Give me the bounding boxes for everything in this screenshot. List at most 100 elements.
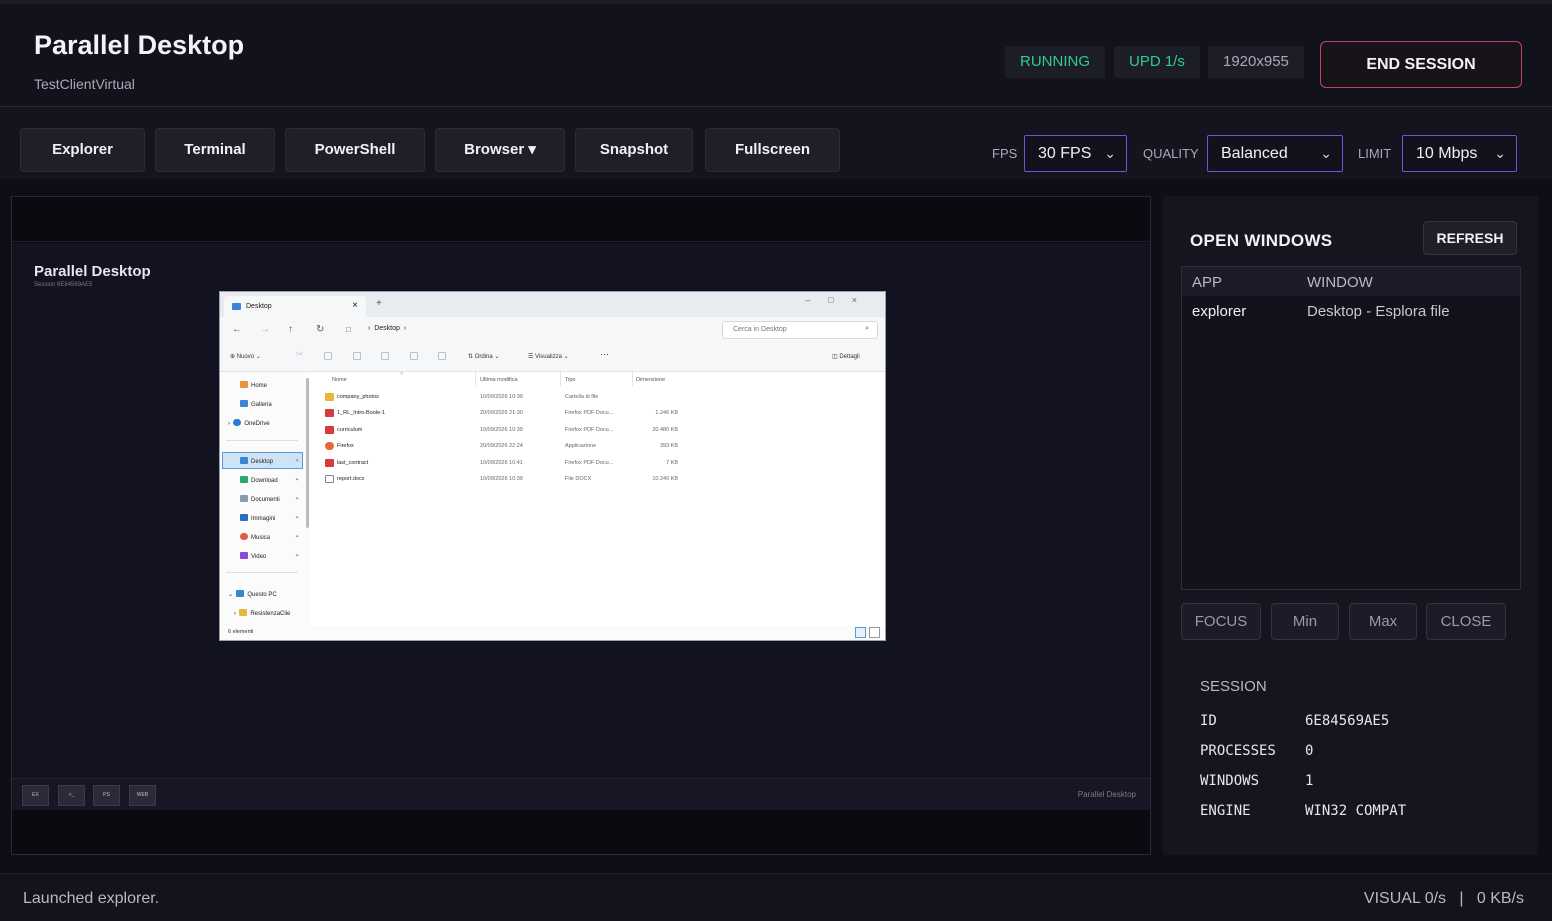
table-row[interactable]: curriculum 10/09/2026 10:39 Firefox PDF … <box>318 423 878 439</box>
share-icon[interactable] <box>410 352 418 360</box>
window-controls-icon[interactable]: –□× <box>805 295 875 305</box>
nav-onedrive-label: OneDrive <box>244 421 270 427</box>
taskbar-powershell-icon[interactable]: PS <box>93 785 120 806</box>
file-type: Cartella di file <box>565 394 599 400</box>
file-modified: 20/09/2026 22:24 <box>480 443 523 449</box>
focus-button[interactable]: FOCUS <box>1181 603 1261 640</box>
paste-icon[interactable] <box>353 352 361 360</box>
pdf-icon <box>325 409 334 417</box>
browser-dropdown-button[interactable]: Browser ▾ <box>435 128 565 172</box>
folder-icon <box>232 303 241 310</box>
table-row[interactable]: report.docx 10/09/2026 10:39 File DOCX 1… <box>318 472 878 488</box>
chevron-down-icon: ⌄ <box>1320 145 1332 161</box>
images-icon <box>240 514 248 521</box>
nav-item-this-pc[interactable]: ⌄ Questo PC <box>228 590 277 598</box>
refresh-button[interactable]: REFRESH <box>1423 221 1517 255</box>
explorer-search-input[interactable]: Cerca in Desktop ⌕ <box>722 321 878 339</box>
table-row[interactable]: Firefox 20/09/2026 22:24 Applicazione 39… <box>318 439 878 455</box>
taskbar-label: Parallel Desktop <box>1077 790 1136 799</box>
file-name: curriculum <box>337 427 363 433</box>
explorer-tab-label: Desktop <box>246 303 272 310</box>
maximize-button[interactable]: Max <box>1349 603 1417 640</box>
details-view-icon[interactable] <box>855 627 866 638</box>
firefox-icon <box>325 442 334 450</box>
session-id-value: 6E84569AE5 <box>1305 713 1390 729</box>
file-modified: 10/09/2026 10:39 <box>480 427 523 433</box>
new-tab-icon[interactable]: + <box>376 298 382 309</box>
end-session-button[interactable]: END SESSION <box>1320 41 1522 88</box>
fps-select[interactable]: 30 FPS ⌄ <box>1024 135 1127 172</box>
nav-resistenza-label: ResistenzaClie <box>250 611 291 617</box>
app-subtitle: TestClientVirtual <box>34 76 135 92</box>
desktop-icon <box>240 457 248 464</box>
minimize-button[interactable]: Min <box>1271 603 1339 640</box>
snapshot-button[interactable]: Snapshot <box>575 128 693 172</box>
file-size: 7 KB <box>666 460 678 466</box>
limit-select[interactable]: 10 Mbps ⌄ <box>1402 135 1517 172</box>
limit-label: LIMIT <box>1358 146 1392 161</box>
table-row[interactable]: company_photos 10/09/2026 10:39 Cartella… <box>318 390 878 406</box>
refresh-icon[interactable]: ↻ <box>316 324 324 335</box>
nav-item-video[interactable]: Video <box>240 552 266 560</box>
view-label: Visualizza <box>535 354 562 360</box>
sort-button[interactable]: ⇅ Ordina ⌄ <box>468 353 499 360</box>
nav-item-documents[interactable]: Documenti <box>240 495 280 503</box>
terminal-button[interactable]: Terminal <box>155 128 275 172</box>
file-type: Firefox PDF Docu... <box>565 460 614 466</box>
forward-arrow-icon[interactable]: → <box>260 324 270 335</box>
file-modified: 10/09/2026 10:39 <box>480 476 523 482</box>
nav-download-label: Download <box>251 478 278 484</box>
table-row[interactable]: explorer Desktop - Esplora file <box>1182 300 1520 326</box>
nav-item-home[interactable]: Home <box>240 381 267 389</box>
view-button[interactable]: ☰ Visualizza ⌄ <box>528 353 569 360</box>
rename-icon[interactable] <box>381 352 389 360</box>
remote-viewer[interactable]: Parallel Desktop Session 6E84569AE5 Desk… <box>11 196 1151 855</box>
nav-item-resistenza[interactable]: › ResistenzaClie <box>234 609 290 617</box>
chevron-down-icon: ⌄ <box>1494 145 1506 161</box>
taskbar-browser-icon[interactable]: WEB <box>129 785 156 806</box>
column-header-modified[interactable]: Ultima modifica <box>480 377 518 383</box>
more-button[interactable]: ··· <box>600 349 609 359</box>
breadcrumb-desktop[interactable]: Desktop <box>374 325 400 332</box>
table-row[interactable]: last_contract 10/09/2026 10:41 Firefox P… <box>318 456 878 472</box>
nav-scrollbar[interactable] <box>306 378 309 528</box>
status-bar: Launched explorer. VISUAL 0/s | 0 KB/s <box>0 873 1552 921</box>
nav-item-music[interactable]: Musica <box>240 533 270 541</box>
taskbar-explorer-icon[interactable]: EX <box>22 785 49 806</box>
quality-value: Balanced <box>1221 145 1288 162</box>
column-header-name[interactable]: Nome <box>332 377 347 383</box>
nav-item-onedrive[interactable]: › OneDrive <box>228 419 270 427</box>
explorer-button[interactable]: Explorer <box>20 128 145 172</box>
up-arrow-icon[interactable]: ↑ <box>288 324 293 335</box>
column-divider <box>475 372 476 386</box>
explorer-tab-desktop[interactable]: Desktop × <box>224 296 366 317</box>
close-icon[interactable]: × <box>352 300 358 311</box>
table-row[interactable]: 1_RL_Intro-Boole-1 20/09/2026 21:30 Fire… <box>318 406 878 422</box>
nav-thispc-label: Questo PC <box>247 592 277 598</box>
cut-icon[interactable]: ✂ <box>296 349 304 359</box>
copy-icon[interactable] <box>324 352 332 360</box>
close-window-button[interactable]: CLOSE <box>1426 603 1506 640</box>
new-button[interactable]: ⊕ Nuovo ⌄ <box>230 353 261 360</box>
quality-select[interactable]: Balanced ⌄ <box>1207 135 1343 172</box>
remote-screen[interactable]: Parallel Desktop Session 6E84569AE5 Desk… <box>12 243 1150 778</box>
nav-item-desktop[interactable]: Desktop <box>240 457 273 465</box>
nav-item-gallery[interactable]: Galleria <box>240 400 272 408</box>
taskbar-terminal-icon[interactable]: >_ <box>58 785 85 806</box>
file-name: Firefox <box>337 443 354 449</box>
delete-icon[interactable] <box>438 352 446 360</box>
details-button[interactable]: ◫ Dettagli <box>832 353 860 360</box>
breadcrumb[interactable]: › Desktop › <box>368 325 406 332</box>
nav-item-download[interactable]: Download <box>240 476 278 484</box>
file-modified: 20/09/2026 21:30 <box>480 410 523 416</box>
nav-home-label: Home <box>251 383 268 389</box>
back-arrow-icon[interactable]: ← <box>232 324 242 335</box>
column-header-type[interactable]: Tipo <box>565 377 576 383</box>
explorer-window[interactable]: Desktop × + –□× ← → ↑ ↻ □ › Desktop › Ce… <box>219 291 886 641</box>
tiles-view-icon[interactable] <box>869 627 880 638</box>
fullscreen-button[interactable]: Fullscreen <box>705 128 840 172</box>
nav-gallery-label: Galleria <box>251 402 272 408</box>
column-header-size[interactable]: Dimensione <box>636 377 665 383</box>
powershell-button[interactable]: PowerShell <box>285 128 425 172</box>
nav-item-images[interactable]: Immagini <box>240 514 275 522</box>
